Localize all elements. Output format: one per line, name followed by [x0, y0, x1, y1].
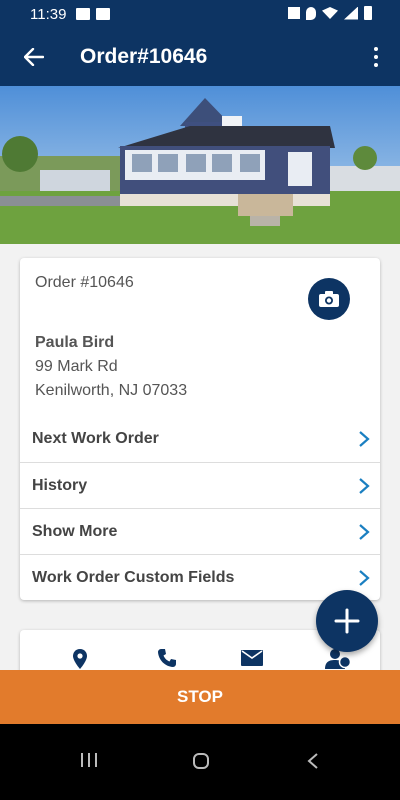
show-more-label: Show More	[32, 522, 118, 540]
status-icons	[288, 6, 372, 20]
x-notification-icon	[96, 8, 111, 20]
property-photo	[0, 86, 400, 244]
more-vertical-icon	[374, 47, 378, 51]
overflow-menu-button[interactable]	[366, 42, 386, 72]
custom-fields-row[interactable]: Work Order Custom Fields	[20, 554, 380, 600]
gallery-notification-icon	[76, 8, 91, 20]
signal-icon	[344, 6, 358, 20]
order-number: Order #10646	[35, 274, 134, 291]
chevron-right-icon	[359, 478, 370, 494]
back-arrow-icon	[24, 48, 44, 66]
customer-name: Paula Bird	[35, 334, 115, 351]
mute-icon	[288, 7, 300, 19]
home-icon[interactable]	[192, 752, 210, 770]
next-work-order-row[interactable]: Next Work Order	[20, 416, 380, 462]
order-details-card: Order #10646 Paula Bird 99 Mark Rd Kenil…	[20, 258, 380, 600]
history-label: History	[32, 476, 88, 494]
show-more-row[interactable]: Show More	[20, 508, 380, 554]
location-status-icon	[306, 6, 316, 20]
custom-fields-label: Work Order Custom Fields	[32, 568, 235, 586]
mail-icon[interactable]	[241, 650, 263, 666]
address-line-2: Kenilworth, NJ 07033	[35, 382, 188, 399]
back-nav-icon[interactable]	[306, 752, 320, 770]
add-fab-button[interactable]	[316, 590, 378, 652]
chevron-right-icon	[359, 524, 370, 540]
system-nav-bar	[0, 724, 400, 800]
stop-button[interactable]: STOP	[0, 670, 400, 724]
next-work-order-label: Next Work Order	[32, 430, 159, 447]
back-button[interactable]	[14, 37, 54, 77]
camera-icon	[319, 291, 339, 307]
plus-icon	[334, 608, 360, 634]
camera-button[interactable]	[308, 278, 350, 320]
app-bar: Order#10646	[0, 28, 400, 86]
stop-label: STOP	[177, 687, 223, 706]
location-pin-icon[interactable]	[72, 648, 88, 670]
address-line-1: 99 Mark Rd	[35, 358, 118, 375]
wifi-icon	[322, 7, 338, 19]
history-row[interactable]: History	[20, 462, 380, 508]
phone-icon[interactable]	[157, 648, 177, 668]
status-time: 11:39	[30, 5, 67, 23]
status-bar: 11:39	[0, 0, 400, 28]
chevron-right-icon	[359, 431, 370, 447]
chevron-right-icon	[359, 570, 370, 586]
battery-icon	[364, 6, 372, 20]
page-title: Order#10646	[80, 45, 208, 68]
recent-apps-icon[interactable]	[80, 752, 98, 768]
